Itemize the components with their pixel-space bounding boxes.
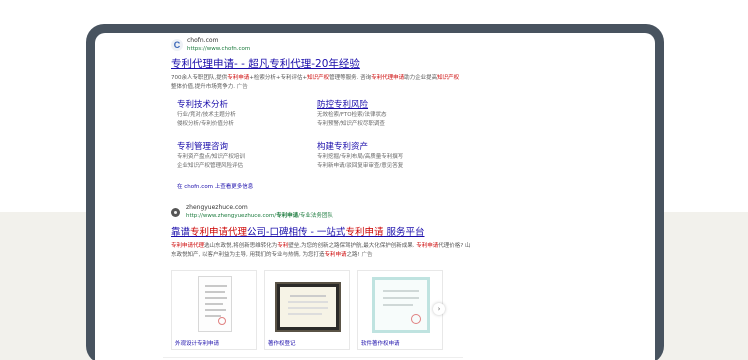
search-result-2: zhengyuezhuce.com http://www.zhengyuezhu… <box>171 204 471 260</box>
ad-label: 广告 <box>236 84 248 90</box>
site-name: zhengyuezhuce.com <box>186 204 248 211</box>
thumbnail-copyright[interactable]: 著作权登记 <box>264 270 350 350</box>
result-description: 专利申请代理选山东政悦,将创新思维转化为专利壁垒,为您的创新之路保驾护航,最大化… <box>171 243 471 258</box>
globe-favicon-icon <box>171 207 180 217</box>
search-result-1: C chofn.com https://www.chofn.com 专利代理申请… <box>171 37 461 92</box>
site-info[interactable]: C chofn.com https://www.chofn.com <box>171 37 461 53</box>
carousel-next-button[interactable]: › <box>433 303 445 315</box>
more-info-link[interactable]: 在 chofn.com 上查看更多信息 <box>177 182 253 190</box>
chevron-right-icon: › <box>437 305 441 313</box>
sitelink-risk-control[interactable]: 防控专利风险 无效检索/FTO检索/法律状态 专利预警/知识产权尽职调查 <box>317 100 447 128</box>
framed-certificate-image <box>275 274 341 334</box>
result-title-link[interactable]: 靠谱专利申请代理公司-口碑相传 - 一站式专利申请 服务平台 <box>171 226 471 239</box>
result-description: 700余人专职团队,提供专利申请+检索分析+专利评估+知识产权管理等服务. 咨询… <box>171 75 460 90</box>
sitelink-build-assets[interactable]: 构建专利资产 专利挖掘/专利布局/高质量专利撰写 专利新申请/驳回复审审查/意见… <box>317 142 447 170</box>
software-certificate-image <box>370 274 432 334</box>
result-title-link[interactable]: 专利代理申请- - 超凡专利代理-20年经验 <box>171 58 461 71</box>
sitelink-management-consulting[interactable]: 专利管理咨询 专利资产盘点/知识产权培训 企业知识产权管理风险评估 <box>177 142 307 170</box>
thumbnail-software-copyright[interactable]: 软件著作权申请 <box>357 270 443 350</box>
image-carousel: 外观设计专利申请 著作权登记 软件著作权申请 <box>171 270 453 350</box>
chofn-favicon-icon: C <box>171 39 183 51</box>
site-name: chofn.com <box>187 37 219 44</box>
thumbnail-design-patent[interactable]: 外观设计专利申请 <box>171 270 257 350</box>
divider <box>163 357 463 358</box>
browser-screen: C chofn.com https://www.chofn.com 专利代理申请… <box>95 33 655 360</box>
site-url: https://www.chofn.com <box>187 46 251 52</box>
ad-label: 广告 <box>361 252 373 258</box>
site-info[interactable]: zhengyuezhuce.com http://www.zhengyuezhu… <box>171 204 471 220</box>
sitelink-patent-analysis[interactable]: 专利技术分析 行业/竞对/技术主题分析 侵权分析/专利价值分析 <box>177 100 307 128</box>
certificate-image <box>184 274 246 334</box>
site-url: http://www.zhengyuezhuce.com/专利申请/专业法务团队 <box>186 213 333 219</box>
